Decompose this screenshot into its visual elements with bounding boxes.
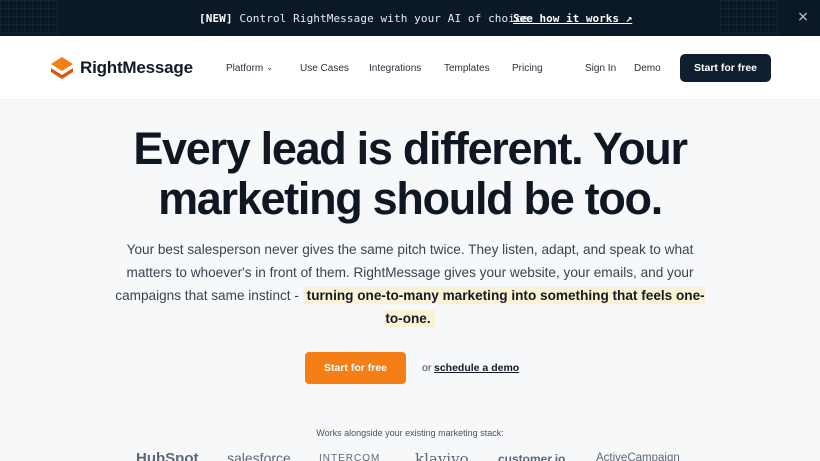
nav-item-templates[interactable]: Templates	[444, 63, 490, 74]
start-for-free-nav-button[interactable]: Start for free	[680, 54, 771, 82]
or-text: or	[422, 362, 432, 374]
customerio-logo: customer.io	[498, 452, 566, 461]
nav-item-use-cases[interactable]: Use Cases	[300, 63, 349, 74]
demo-link[interactable]: Demo	[634, 63, 661, 74]
banner-grid-decoration-right	[720, 0, 780, 36]
start-for-free-hero-button[interactable]: Start for free	[305, 352, 406, 384]
activecampaign-logo: ActiveCampaign	[596, 452, 680, 461]
banner-message-text: Control RightMessage with your AI of cho…	[232, 12, 529, 25]
hubspot-logo: HubSpot	[136, 450, 199, 461]
close-icon[interactable]: ×	[796, 10, 810, 24]
hero-headline-line1: Every lead is different. Your	[133, 123, 688, 174]
hero-headline: Every lead is different. Your marketing …	[0, 124, 820, 224]
nav-item-platform-label: Platform	[226, 63, 264, 74]
announcement-banner: [NEW] Control RightMessage with your AI …	[0, 0, 820, 36]
hero-subtitle: Your best salesperson never gives the sa…	[115, 238, 705, 330]
sign-in-link[interactable]: Sign In	[585, 63, 616, 74]
nav-item-platform[interactable]: Platform ⌄	[226, 63, 273, 74]
banner-grid-decoration-left	[0, 0, 60, 36]
banner-new-tag: [NEW]	[199, 12, 233, 25]
banner-see-how-link[interactable]: See how it works ↗	[513, 12, 632, 25]
rightmessage-logo-icon[interactable]	[49, 55, 75, 81]
schedule-demo-link[interactable]: schedule a demo	[434, 362, 519, 374]
brand-name[interactable]: RightMessage	[80, 58, 193, 78]
chevron-down-icon: ⌄	[266, 63, 273, 72]
hero-subtitle-highlight: turning one-to-many marketing into somet…	[302, 287, 705, 327]
klaviyo-logo: klaviyo	[415, 450, 469, 461]
nav-item-pricing[interactable]: Pricing	[512, 63, 543, 74]
banner-message: [NEW] Control RightMessage with your AI …	[199, 12, 528, 25]
stack-label: Works alongside your existing marketing …	[316, 428, 504, 438]
nav-item-integrations[interactable]: Integrations	[369, 63, 421, 74]
salesforce-logo: salesforce	[227, 450, 291, 461]
intercom-logo: INTERCOM	[319, 453, 381, 461]
hero-headline-line2: marketing should be too.	[158, 173, 663, 224]
